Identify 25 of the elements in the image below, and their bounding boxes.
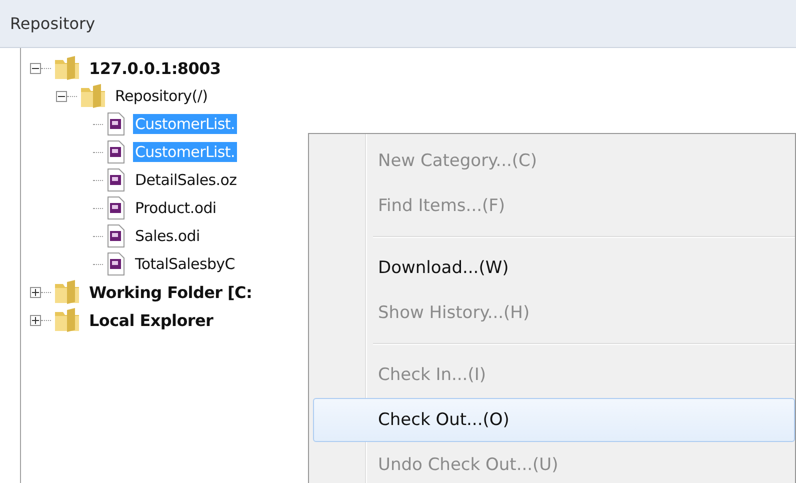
document-icon — [105, 224, 127, 248]
document-icon — [105, 196, 127, 220]
document-icon — [105, 140, 127, 164]
expand-icon[interactable] — [30, 286, 40, 298]
folder-icon — [53, 54, 81, 82]
tree-item[interactable]: DetailSales.oz — [133, 170, 239, 190]
tree-item[interactable]: Repository(/) — [113, 86, 210, 106]
tree-item[interactable]: 127.0.0.1:8003 — [87, 58, 223, 78]
panel-title: Repository — [10, 14, 96, 33]
tree-item[interactable]: Sales.odi — [133, 226, 202, 246]
menu-item[interactable]: Download...(W) — [313, 246, 795, 290]
folder-icon — [79, 82, 107, 110]
collapse-icon[interactable] — [56, 90, 66, 102]
tree-item[interactable]: Working Folder [C: — [87, 282, 254, 302]
tree-item[interactable]: Product.odi — [133, 198, 218, 218]
tree-item[interactable]: Local Explorer — [87, 310, 216, 330]
folder-icon — [53, 306, 81, 334]
folder-icon — [53, 278, 81, 306]
document-icon — [105, 168, 127, 192]
document-icon — [105, 112, 127, 136]
tree-item[interactable]: TotalSalesbyC — [133, 254, 237, 274]
document-icon — [105, 252, 127, 276]
collapse-icon[interactable] — [30, 62, 40, 74]
expand-icon[interactable] — [30, 314, 40, 326]
menu-item[interactable]: Check Out...(O) — [313, 398, 795, 442]
